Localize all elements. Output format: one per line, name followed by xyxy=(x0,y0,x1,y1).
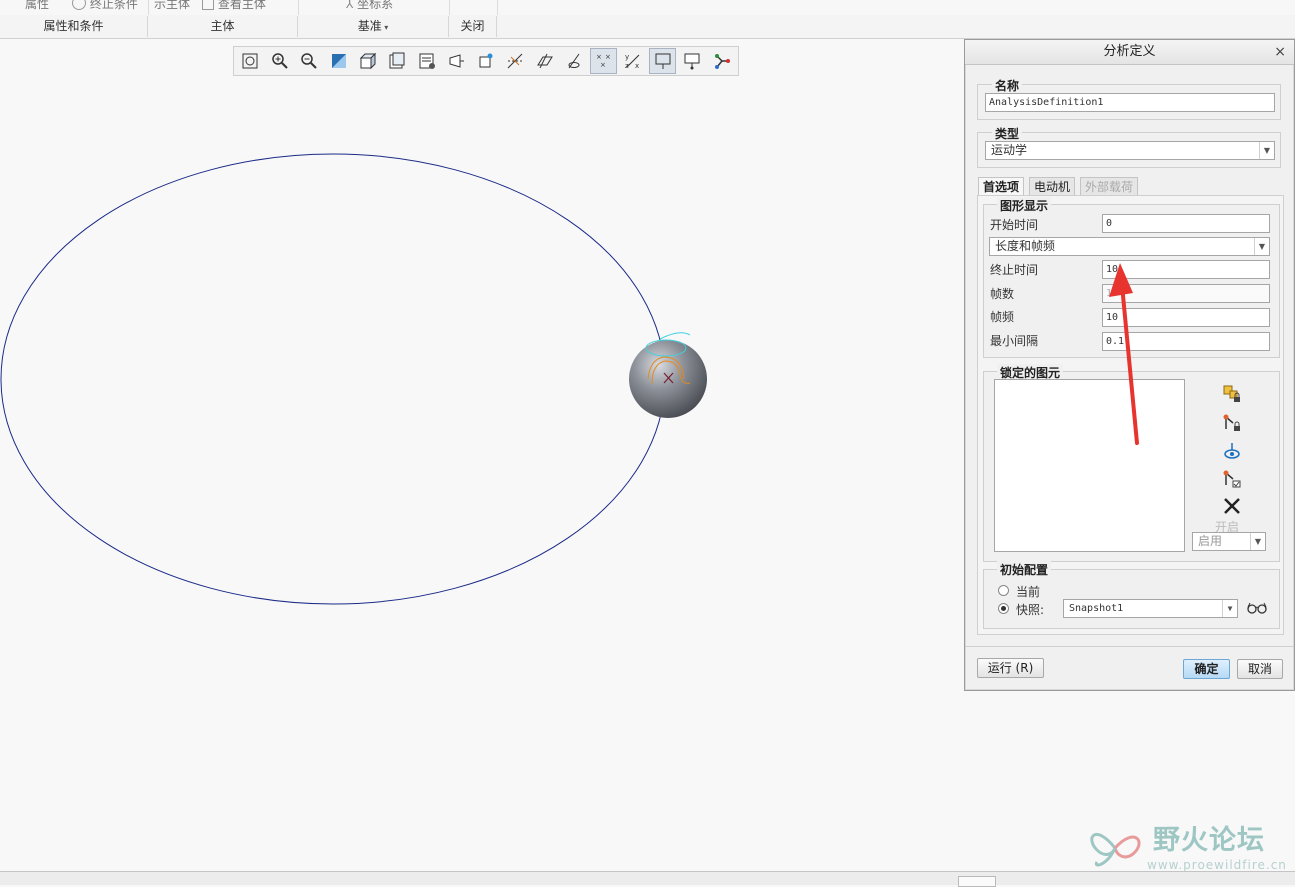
chevron-down-icon: ▼ xyxy=(1259,142,1274,159)
chevron-down-icon: ▼ xyxy=(1222,600,1237,617)
sphere-body[interactable] xyxy=(629,332,707,418)
chevron-down-icon: ▾ xyxy=(381,23,389,32)
snapshot-select[interactable]: Snapshot1 ▼ xyxy=(1063,599,1238,618)
csys-icon: ⅄ xyxy=(346,0,354,11)
lock-geometry-icon[interactable] xyxy=(1220,439,1244,463)
watermark-name: 野火论坛 xyxy=(1153,825,1265,856)
tab-external-loads[interactable]: 外部载荷 xyxy=(1080,177,1139,196)
view-body-icon xyxy=(202,0,214,10)
chevron-down-icon: ▼ xyxy=(1250,533,1265,550)
ribbon-item-show-body[interactable]: 示主体 xyxy=(154,0,190,12)
start-time-field[interactable]: 0 xyxy=(1102,214,1270,233)
dialog-title-bar[interactable]: 分析定义 × xyxy=(965,40,1294,65)
lock-check-icon[interactable] xyxy=(1220,467,1244,491)
current-radio[interactable] xyxy=(998,585,1009,596)
type-select[interactable]: 运动学 ▼ xyxy=(985,141,1275,160)
locked-entities-list[interactable] xyxy=(994,379,1185,552)
ribbon-command-row: 属性 终止条件 示主体 查看主体 ⅄ 坐标系 xyxy=(0,0,1295,15)
lock-body-icon[interactable] xyxy=(1220,382,1244,406)
status-filter-field[interactable] xyxy=(958,876,996,887)
annotation-arrow xyxy=(1109,263,1139,445)
glasses-icon[interactable] xyxy=(1245,596,1269,620)
name-field[interactable]: AnalysisDefinition1 xyxy=(985,93,1275,112)
ribbon-group-properties[interactable]: 属性和条件 xyxy=(0,16,148,37)
ribbon-item-view-body[interactable]: 查看主体 xyxy=(202,0,266,12)
start-time-label: 开始时间 xyxy=(990,218,1039,232)
graphics-window[interactable] xyxy=(0,39,963,871)
timing-mode-select[interactable]: 长度和帧频 ▼ xyxy=(989,237,1270,256)
chevron-down-icon: ▼ xyxy=(1254,238,1269,255)
close-icon[interactable]: × xyxy=(1274,40,1286,64)
snapshot-radio[interactable] xyxy=(998,603,1009,614)
run-button[interactable]: 运行 (R) xyxy=(977,658,1044,678)
name-group-label: 名称 xyxy=(992,77,1023,94)
graphics-display-label: 图形显示 xyxy=(997,197,1052,214)
tab-preferences[interactable]: 首选项 xyxy=(978,177,1025,197)
dialog-title: 分析定义 xyxy=(1103,44,1156,59)
frame-rate-label: 帧频 xyxy=(990,310,1015,324)
initial-config-label: 初始配置 xyxy=(997,561,1052,578)
end-time-label: 终止时间 xyxy=(990,263,1039,277)
ribbon-group-datum[interactable]: 基准 ▾ xyxy=(298,16,449,37)
lock-connection-icon[interactable] xyxy=(1220,411,1244,435)
ribbon-group-close[interactable]: 关闭 xyxy=(449,16,497,37)
type-group-label: 类型 xyxy=(992,125,1023,142)
watermark: 野火论坛 www.proewildfire.cn xyxy=(1085,818,1290,874)
ribbon-item-termination[interactable]: 终止条件 xyxy=(72,0,138,12)
delete-icon[interactable] xyxy=(1220,494,1244,518)
cancel-button[interactable]: 取消 xyxy=(1237,659,1283,679)
ribbon-group-body[interactable]: 主体 xyxy=(148,16,298,37)
orbit-path xyxy=(0,153,666,605)
ok-button[interactable]: 确定 xyxy=(1183,659,1230,679)
current-label: 当前 xyxy=(1016,585,1041,599)
snapshot-label: 快照: xyxy=(1016,603,1045,617)
ribbon: 属性 终止条件 示主体 查看主体 ⅄ 坐标系 属性和条件 主体 基准 ▾ 关闭 xyxy=(0,0,1295,39)
ribbon-item-properties[interactable]: 属性 xyxy=(25,0,49,12)
ribbon-item-csys[interactable]: ⅄ 坐标系 xyxy=(346,0,393,12)
frames-label: 帧数 xyxy=(990,287,1015,301)
termination-icon xyxy=(72,0,86,10)
watermark-url: www.proewildfire.cn xyxy=(1147,858,1287,872)
watermark-logo xyxy=(1090,833,1141,867)
tab-motors[interactable]: 电动机 xyxy=(1029,177,1076,196)
enable-select[interactable]: 启用 ▼ xyxy=(1192,532,1266,551)
min-interval-label: 最小间隔 xyxy=(990,334,1039,348)
model-canvas xyxy=(0,153,707,605)
